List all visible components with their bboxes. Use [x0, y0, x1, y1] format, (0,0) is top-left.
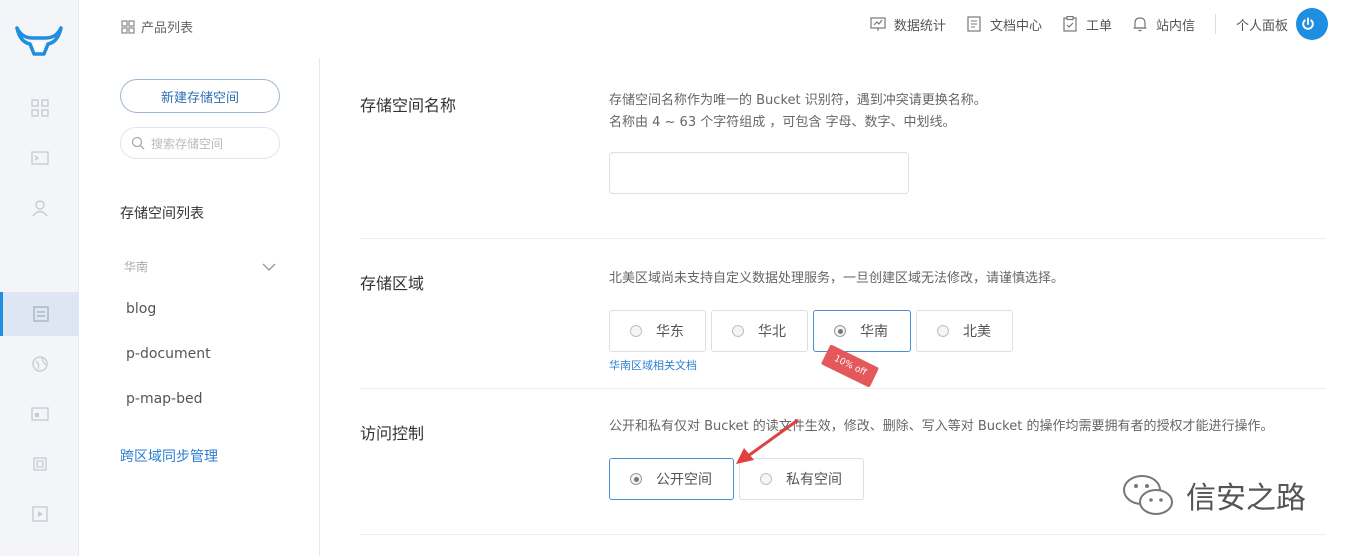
- radio-selected-icon: [630, 473, 642, 485]
- region-label: 华南: [124, 260, 149, 274]
- bucket-item[interactable]: p-map-bed: [126, 391, 202, 407]
- rail-storage-icon[interactable]: [0, 292, 79, 336]
- bucket-list-title: 存储空间列表: [120, 206, 204, 222]
- product-list-link[interactable]: 产品列表: [121, 17, 193, 36]
- bucket-item[interactable]: blog: [126, 301, 156, 317]
- access-option-label: 私有空间: [786, 472, 842, 488]
- chart-icon: [870, 17, 886, 31]
- bucket-name-label: 存储空间名称: [360, 96, 457, 115]
- region-option-label: 北美: [963, 324, 991, 340]
- rail-media-icon[interactable]: [0, 392, 79, 436]
- document-icon: [967, 16, 981, 32]
- divider: [360, 534, 1326, 535]
- top-header: 产品列表 数据统计 文档中心 工单 站内信 个人面板: [80, 0, 1366, 52]
- create-bucket-form: 存储空间名称 存储空间名称作为唯一的 Bucket 识别符，遇到冲突请更换名称。…: [320, 58, 1366, 556]
- left-rail: [0, 0, 79, 556]
- nav-personal-panel[interactable]: 个人面板: [1236, 8, 1328, 40]
- power-icon[interactable]: [1296, 8, 1328, 40]
- grid-icon: [121, 19, 135, 34]
- bucket-name-desc-line1: 存储空间名称作为唯一的 Bucket 识别符，遇到冲突请更换名称。: [609, 93, 987, 108]
- rail-user-icon[interactable]: [0, 186, 79, 230]
- access-option-public[interactable]: 公开空间: [609, 458, 734, 500]
- region-option-na[interactable]: 北美: [916, 310, 1013, 352]
- nav-messages[interactable]: 站内信: [1132, 15, 1195, 34]
- divider: [360, 388, 1326, 389]
- region-label: 存储区域: [360, 274, 425, 293]
- access-option-label: 公开空间: [656, 472, 712, 488]
- access-control-label: 访问控制: [360, 424, 425, 443]
- rail-chip-icon[interactable]: [0, 442, 79, 486]
- region-option-label: 华北: [758, 324, 786, 340]
- region-option-label: 华南: [860, 324, 888, 340]
- rail-terminal-icon[interactable]: [0, 136, 79, 180]
- bucket-name-desc-line2: 名称由 4 ~ 63 个字符组成 ，可包含 字母、数字、中划线。: [609, 115, 956, 130]
- nav-stats-label: 数据统计: [893, 18, 946, 34]
- radio-icon: [760, 473, 772, 485]
- region-desc: 北美区域尚未支持自定义数据处理服务，一旦创建区域无法修改，请谨慎选择。: [609, 271, 1065, 286]
- nav-docs[interactable]: 文档中心: [966, 15, 1042, 34]
- region-option-label: 华东: [656, 324, 684, 340]
- bell-icon: [1133, 17, 1147, 32]
- bucket-panel: 新建存储空间 搜索存储空间 存储空间列表 华南 blog p-document …: [80, 58, 320, 556]
- watermark: 信安之路: [1120, 472, 1306, 518]
- bucket-search-input[interactable]: 搜索存储空间: [120, 127, 280, 159]
- region-doc-link[interactable]: 华南区域相关文档: [609, 357, 697, 373]
- nav-docs-label: 文档中心: [989, 18, 1042, 34]
- chevron-down-icon: [262, 263, 276, 271]
- nav-messages-label: 站内信: [1155, 18, 1195, 34]
- region-selector[interactable]: 华南: [124, 258, 276, 275]
- region-option-south[interactable]: 华南: [813, 310, 911, 352]
- rail-cdn-icon[interactable]: [0, 342, 79, 386]
- rail-overview-icon[interactable]: [0, 86, 79, 130]
- rail-video-icon[interactable]: [0, 492, 79, 536]
- top-nav: 数据统计 文档中心 工单 站内信 个人面板: [850, 8, 1328, 40]
- radio-icon: [732, 325, 744, 337]
- divider: [360, 238, 1326, 239]
- nav-ticket[interactable]: 工单: [1062, 15, 1112, 34]
- radio-icon: [630, 325, 642, 337]
- personal-panel-label: 个人面板: [1235, 18, 1288, 34]
- access-control-desc: 公开和私有仅对 Bucket 的读文件生效，修改、删除、写入等对 Bucket …: [609, 419, 1274, 434]
- bucket-name-input[interactable]: [609, 152, 909, 194]
- watermark-text: 信安之路: [1186, 481, 1306, 516]
- qiniu-logo-icon[interactable]: [14, 22, 64, 58]
- region-option-east[interactable]: 华东: [609, 310, 706, 352]
- cross-region-sync-link[interactable]: 跨区域同步管理: [120, 446, 218, 466]
- new-bucket-button[interactable]: 新建存储空间: [120, 79, 280, 113]
- bucket-name-desc: 存储空间名称作为唯一的 Bucket 识别符，遇到冲突请更换名称。 名称由 4 …: [609, 90, 987, 134]
- nav-stats[interactable]: 数据统计: [870, 15, 946, 34]
- wechat-icon: [1123, 475, 1173, 515]
- annotation-arrow-icon: [736, 418, 799, 464]
- nav-separator: [1214, 14, 1216, 34]
- search-icon: [131, 136, 145, 150]
- product-list-label: 产品列表: [141, 21, 194, 36]
- nav-ticket-label: 工单: [1085, 18, 1112, 34]
- radio-icon: [937, 325, 949, 337]
- region-option-north[interactable]: 华北: [711, 310, 808, 352]
- ticket-icon: [1063, 16, 1077, 32]
- search-placeholder: 搜索存储空间: [151, 136, 224, 151]
- bucket-item[interactable]: p-document: [126, 346, 211, 362]
- radio-selected-icon: [834, 325, 846, 337]
